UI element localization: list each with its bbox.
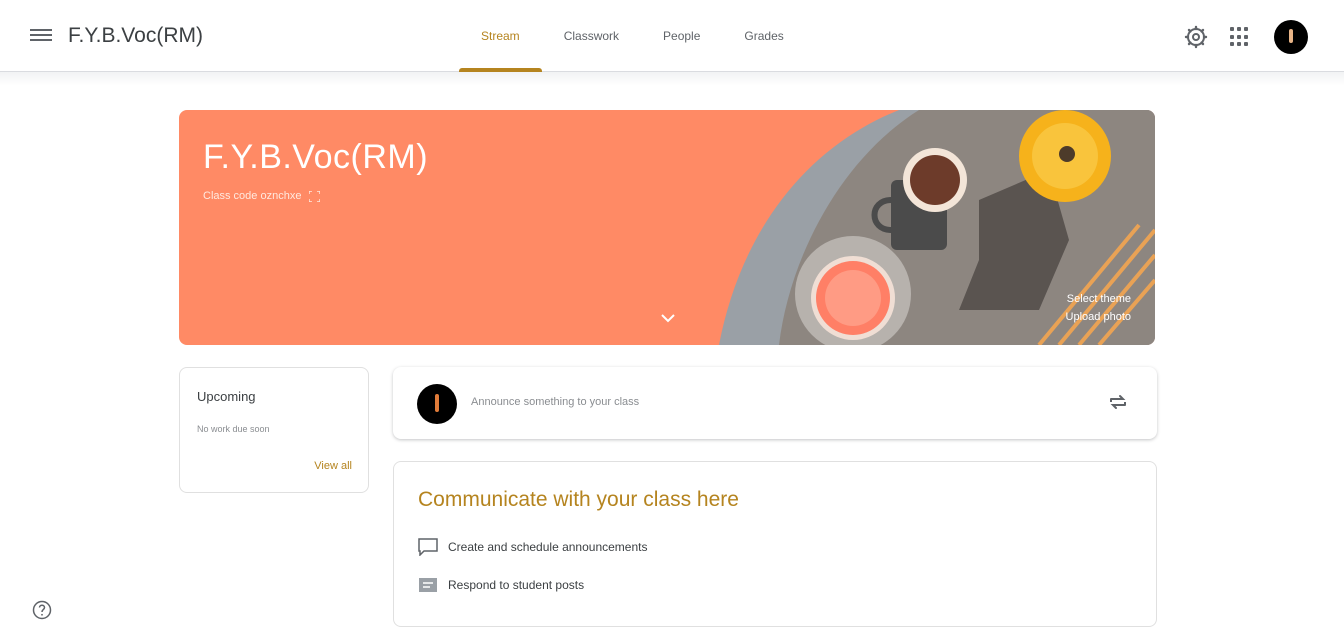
tab-people[interactable]: People bbox=[641, 0, 722, 72]
banner-class-title[interactable]: F.Y.B.Voc(RM) bbox=[203, 138, 428, 177]
reply-icon bbox=[419, 578, 437, 592]
announce-placeholder[interactable]: Announce something to your class bbox=[471, 396, 639, 408]
top-app-bar: F.Y.B.Voc(RM) Stream Classwork People Gr… bbox=[0, 0, 1344, 72]
help-icon[interactable] bbox=[32, 600, 52, 620]
fullscreen-icon[interactable] bbox=[308, 190, 320, 202]
announce-box[interactable]: Announce something to your class bbox=[393, 367, 1157, 439]
communicate-title: Communicate with your class here bbox=[418, 488, 739, 511]
class-code-label: Class code bbox=[203, 190, 258, 202]
select-theme-link[interactable]: Select theme bbox=[1066, 290, 1131, 308]
class-code-value[interactable]: oznchxe bbox=[260, 190, 301, 202]
communicate-item-respond: Respond to student posts bbox=[418, 577, 584, 593]
apps-icon[interactable] bbox=[1230, 27, 1250, 47]
announcement-icon bbox=[418, 538, 438, 556]
header-actions bbox=[1184, 20, 1308, 54]
tab-bar: Stream Classwork People Grades bbox=[459, 0, 806, 72]
chevron-down-icon[interactable] bbox=[657, 310, 679, 326]
banner-actions: Select theme Upload photo bbox=[1066, 290, 1131, 326]
communicate-item-label: Respond to student posts bbox=[448, 578, 585, 592]
avatar bbox=[417, 384, 457, 424]
class-title[interactable]: F.Y.B.Voc(RM) bbox=[68, 24, 203, 48]
communicate-item-announcements: Create and schedule announcements bbox=[418, 538, 647, 556]
class-banner: F.Y.B.Voc(RM) Class code oznchxe Select … bbox=[179, 110, 1155, 345]
upcoming-title: Upcoming bbox=[197, 389, 256, 404]
communicate-card: Communicate with your class here Create … bbox=[393, 461, 1157, 627]
view-all-link[interactable]: View all bbox=[314, 460, 352, 472]
header-divider bbox=[0, 72, 1344, 86]
upcoming-status: No work due soon bbox=[197, 424, 270, 434]
communicate-item-label: Create and schedule announcements bbox=[448, 540, 648, 554]
upload-photo-link[interactable]: Upload photo bbox=[1066, 308, 1131, 326]
menu-icon[interactable] bbox=[30, 26, 52, 44]
class-code: Class code oznchxe bbox=[203, 190, 320, 202]
repost-icon[interactable] bbox=[1107, 391, 1129, 413]
tab-grades[interactable]: Grades bbox=[722, 0, 805, 72]
tab-stream[interactable]: Stream bbox=[459, 0, 542, 72]
tab-classwork[interactable]: Classwork bbox=[542, 0, 641, 72]
upcoming-card: Upcoming No work due soon View all bbox=[179, 367, 369, 493]
gear-icon[interactable] bbox=[1184, 25, 1208, 49]
account-avatar[interactable] bbox=[1274, 20, 1308, 54]
